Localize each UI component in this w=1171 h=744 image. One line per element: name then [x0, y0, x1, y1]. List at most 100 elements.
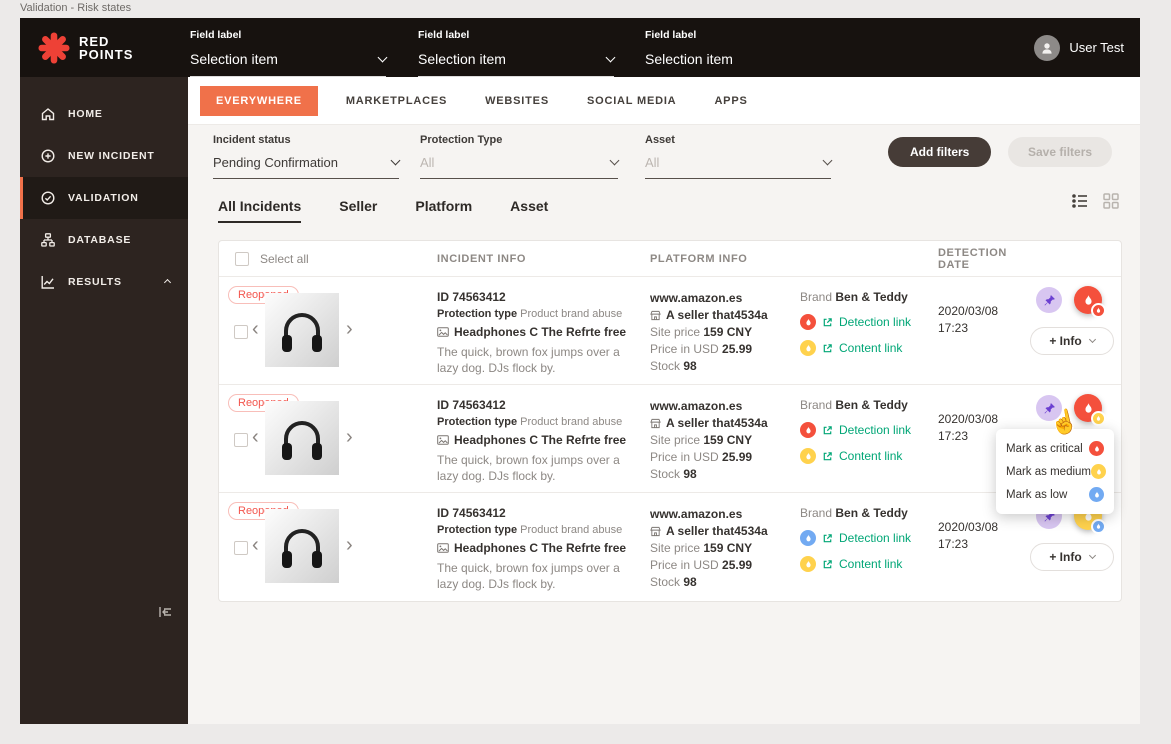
tab-marketplaces[interactable]: MARKETPLACES	[327, 95, 466, 107]
menu-item-mark-low[interactable]: Mark as low	[1006, 483, 1104, 506]
column-detection-date: DETECTION DATE	[938, 246, 1007, 271]
info-button[interactable]: + Info	[1030, 543, 1114, 571]
subtab-asset[interactable]: Asset	[510, 198, 548, 223]
topbar: RED POINTS Field label Selection item Fi…	[20, 18, 1140, 77]
carousel-prev-icon[interactable]: ‹	[252, 427, 259, 447]
save-filters-button[interactable]: Save filters	[1008, 137, 1113, 167]
detection-time: 17:23	[938, 537, 969, 551]
person-icon	[1042, 42, 1052, 54]
filter-protection-type: Protection Type All	[420, 134, 620, 179]
topbar-select-2[interactable]: Selection item	[418, 51, 616, 77]
detection-date: 2020/03/08	[938, 304, 999, 318]
subtab-seller[interactable]: Seller	[339, 198, 377, 223]
brand-name: Ben & Teddy	[835, 506, 908, 520]
detection-time: 17:23	[938, 321, 969, 335]
external-link-icon	[823, 533, 832, 542]
priority-button[interactable]	[1074, 286, 1106, 318]
add-filters-button[interactable]: Add filters	[888, 137, 992, 167]
carousel-next-icon[interactable]: ›	[346, 535, 353, 555]
asset-select[interactable]: All	[645, 155, 833, 179]
carousel-next-icon[interactable]: ›	[346, 319, 353, 339]
list-view-toggle[interactable]	[1070, 191, 1090, 216]
tab-everywhere[interactable]: EVERYWHERE	[200, 85, 318, 116]
priority-flame-icon	[800, 340, 816, 356]
platform-url: www.amazon.es	[650, 291, 743, 305]
content-link[interactable]: Content link	[800, 556, 938, 572]
chevron-down-icon	[390, 155, 401, 166]
list-view-icon	[1072, 194, 1087, 208]
filter-asset: Asset All	[645, 134, 833, 179]
info-button[interactable]: + Info	[1030, 327, 1114, 355]
row-checkbox[interactable]	[234, 541, 248, 555]
main-area: EVERYWHERE MARKETPLACES WEBSITES SOCIAL …	[188, 77, 1140, 724]
tab-apps[interactable]: APPS	[695, 95, 766, 107]
sub-priority-badge	[1091, 519, 1106, 534]
picture-icon	[437, 435, 449, 445]
incident-description: The quick, brown fox jumps over a lazy d…	[437, 561, 620, 591]
topbar-select-1[interactable]: Selection item	[190, 51, 388, 77]
table-row: Reopened ‹ › ID 74563412 Protection type…	[219, 385, 1121, 514]
row-checkbox[interactable]	[234, 433, 248, 447]
content-link[interactable]: Content link	[800, 340, 938, 356]
row-checkbox[interactable]	[234, 325, 248, 339]
product-image	[265, 509, 339, 583]
detection-link[interactable]: Detection link	[800, 422, 938, 438]
external-link-icon	[823, 559, 832, 568]
chevron-down-icon	[609, 155, 620, 166]
detection-link[interactable]: Detection link	[800, 314, 938, 330]
chevron-down-icon	[822, 155, 833, 166]
priority-flame-icon	[800, 422, 816, 438]
tab-social-media[interactable]: SOCIAL MEDIA	[568, 95, 695, 107]
incident-description: The quick, brown fox jumps over a lazy d…	[437, 345, 620, 375]
select-all-label: Select all	[260, 251, 309, 266]
menu-item-mark-medium[interactable]: Mark as medium	[1006, 460, 1106, 483]
detection-date: 2020/03/08	[938, 412, 999, 426]
protection-type-select[interactable]: All	[420, 155, 620, 179]
field-label: Field label	[418, 29, 470, 41]
carousel-prev-icon[interactable]: ‹	[252, 319, 259, 339]
seller-name: A seller that4534a	[666, 524, 768, 538]
priority-flame-icon	[800, 556, 816, 572]
sub-priority-badge	[1091, 411, 1106, 426]
tab-websites[interactable]: WEBSITES	[466, 95, 568, 107]
menu-item-mark-critical[interactable]: Mark as critical	[1006, 437, 1104, 460]
plus-circle-icon	[41, 149, 55, 163]
product-name: Headphones C The Refrte free	[454, 541, 627, 555]
subtab-platform[interactable]: Platform	[415, 198, 472, 223]
column-platform-info: PLATFORM INFO	[650, 252, 748, 265]
carousel-prev-icon[interactable]: ‹	[252, 535, 259, 555]
chevron-up-icon	[163, 278, 172, 287]
user-menu[interactable]: User Test	[1034, 18, 1124, 77]
storefront-icon	[650, 526, 661, 537]
sidebar-collapse-button[interactable]	[156, 603, 174, 626]
incident-status-select[interactable]: Pending Confirmation	[213, 155, 401, 179]
sidebar-item-database[interactable]: DATABASE	[20, 219, 188, 261]
carousel-next-icon[interactable]: ›	[346, 427, 353, 447]
avatar	[1034, 34, 1061, 61]
grid-view-toggle[interactable]	[1102, 192, 1120, 215]
detection-link[interactable]: Detection link	[800, 530, 938, 546]
redpoints-logo: RED POINTS	[38, 18, 133, 77]
sidebar-item-new-incident[interactable]: NEW INCIDENT	[20, 135, 188, 177]
topbar-select-3[interactable]: Selection item	[645, 51, 841, 76]
select-all-checkbox[interactable]	[235, 251, 249, 266]
picture-icon	[437, 543, 449, 553]
chevron-down-icon	[377, 52, 388, 62]
content-link[interactable]: Content link	[800, 448, 938, 464]
storefront-icon	[650, 418, 661, 429]
chevron-down-icon	[605, 52, 616, 62]
subtab-all-incidents[interactable]: All Incidents	[218, 198, 302, 223]
platform-url: www.amazon.es	[650, 399, 743, 413]
priority-flame-icon	[800, 530, 816, 546]
sidebar-item-home[interactable]: HOME	[20, 93, 188, 135]
filter-incident-status: Incident status Pending Confirmation	[213, 134, 401, 179]
table-row: Reopened ‹ › ID 74563412 Protection type…	[219, 493, 1121, 601]
incident-description: The quick, brown fox jumps over a lazy d…	[437, 453, 620, 483]
topbar-field-2: Field label Selection item	[418, 29, 616, 77]
sidebar-item-validation[interactable]: VALIDATION	[20, 177, 188, 219]
pin-button[interactable]	[1036, 287, 1062, 313]
sidebar-item-results[interactable]: RESULTS	[20, 261, 188, 303]
brand-name: Ben & Teddy	[835, 290, 908, 304]
seller-name: A seller that4534a	[666, 308, 768, 322]
column-incident-info: INCIDENT INFO	[437, 252, 527, 265]
